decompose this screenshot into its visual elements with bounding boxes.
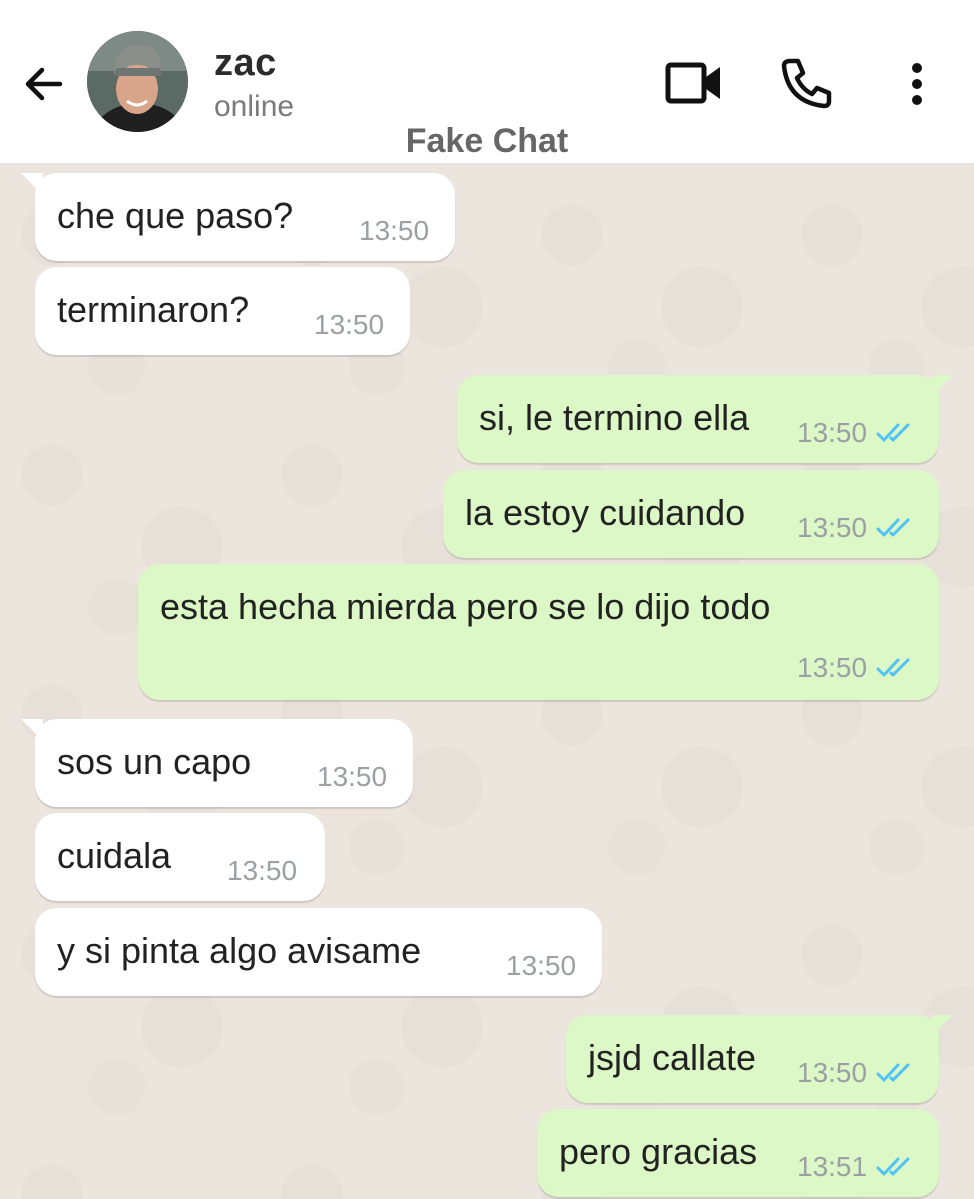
read-receipt-icon — [876, 1157, 910, 1176]
message-time-text: 13:50 — [797, 1057, 868, 1088]
message-time-text: 13:50 — [317, 761, 388, 792]
watermark-text: Fake Chat — [405, 122, 569, 160]
message-time: 13:50 — [797, 652, 913, 684]
message-incoming[interactable]: sos un capo 13:50 — [21, 719, 413, 807]
message-time: 13:50 — [359, 215, 429, 247]
read-receipt-icon — [876, 658, 910, 677]
message-text: sos un capo — [57, 741, 252, 782]
chat-area[interactable]: che que paso? 13:50 terminaron? 13:50 si… — [0, 163, 974, 1199]
message-time-text: 13:50 — [797, 652, 868, 683]
contact-name[interactable]: zac — [214, 42, 277, 85]
back-arrow-icon[interactable] — [20, 60, 68, 108]
message-time: 13:51 — [797, 1151, 913, 1183]
message-text: y si pinta algo avisame — [57, 930, 422, 971]
message-time-text: 13:50 — [359, 215, 430, 246]
contact-status: online — [214, 90, 295, 123]
phone-call-icon[interactable] — [778, 56, 834, 110]
avatar[interactable] — [87, 31, 188, 132]
read-receipt-icon — [876, 1063, 910, 1082]
message-time-text: 13:51 — [797, 1151, 868, 1182]
read-receipt-icon — [876, 518, 910, 537]
message-outgoing[interactable]: si, le termino ella 13:50 — [457, 375, 953, 463]
message-time: 13:50 — [506, 950, 576, 982]
message-outgoing[interactable]: jsjd callate 13:50 — [566, 1015, 953, 1103]
message-text: cuidala — [57, 835, 172, 876]
message-time: 13:50 — [797, 417, 913, 449]
message-time-text: 13:50 — [797, 512, 868, 543]
message-time-text: 13:50 — [227, 855, 298, 886]
read-receipt-icon — [876, 423, 910, 442]
message-time: 13:50 — [317, 761, 387, 793]
message-text: esta hecha mierda pero se lo dijo todo — [160, 586, 771, 627]
more-options-icon[interactable] — [900, 60, 934, 108]
message-text: la estoy cuidando — [465, 492, 746, 533]
message-time-text: 13:50 — [797, 417, 868, 448]
message-outgoing[interactable]: esta hecha mierda pero se lo dijo todo 1… — [138, 564, 939, 700]
message-time: 13:50 — [797, 1057, 913, 1089]
message-time-text: 13:50 — [506, 950, 577, 981]
video-call-icon[interactable] — [664, 58, 724, 108]
message-text: pero gracias — [559, 1131, 758, 1172]
message-outgoing[interactable]: pero gracias 13:51 — [537, 1109, 939, 1197]
message-text: terminaron? — [57, 289, 250, 330]
message-incoming[interactable]: cuidala 13:50 — [35, 813, 325, 901]
message-text: jsjd callate — [588, 1037, 757, 1078]
message-incoming[interactable]: terminaron? 13:50 — [35, 267, 410, 355]
message-outgoing[interactable]: la estoy cuidando 13:50 — [443, 470, 939, 558]
chat-header: zac online Fake Chat — [0, 0, 974, 163]
message-time: 13:50 — [314, 309, 384, 341]
message-text: si, le termino ella — [479, 397, 750, 438]
message-time: 13:50 — [227, 855, 297, 887]
message-time: 13:50 — [797, 512, 913, 544]
message-incoming[interactable]: che que paso? 13:50 — [21, 173, 455, 261]
message-incoming[interactable]: y si pinta algo avisame 13:50 — [35, 908, 602, 996]
message-time-text: 13:50 — [314, 309, 385, 340]
message-text: che que paso? — [57, 195, 294, 236]
